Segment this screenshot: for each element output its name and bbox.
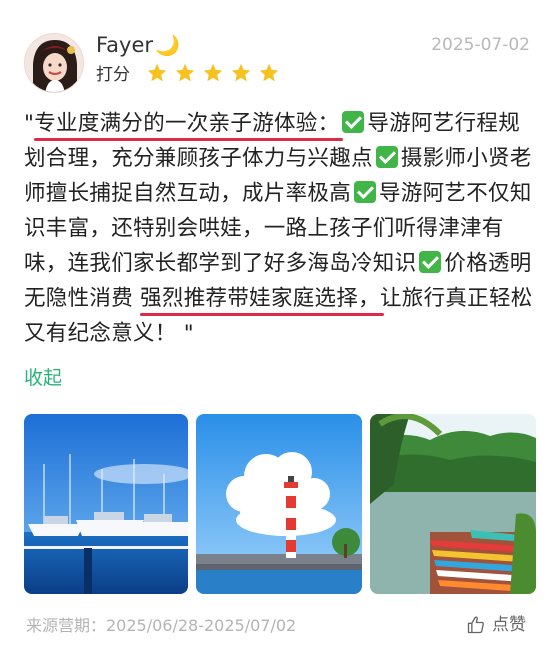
review-text: "专业度满分的一次亲子游体验： 导游阿艺行程规划合理，充分兼顾孩子体力与兴趣点 摄影… [24,106,534,351]
collapse-button[interactable]: 收起 [24,365,62,391]
review-date: 2025-07-02 [431,35,530,55]
check-mark-icon [354,181,377,203]
like-button[interactable]: 点赞 [466,614,526,636]
highlight-underline-2: 强烈推荐带娃家庭选择， [140,286,380,311]
star-icon [175,63,195,82]
source-period: 来源营期：2025/06/28-2025/07/02 [26,616,297,635]
highlight-underline-1: 专业度满分的一次亲子游体验： [34,111,340,136]
marina-photo[interactable] [24,414,188,594]
thumbs-up-icon [467,616,484,634]
crescent-moon-icon: 🌙 [155,33,180,57]
photo-gallery [24,414,536,594]
username[interactable]: Fayer 🌙 [96,32,180,58]
check-mark-icon [375,146,398,168]
star-icon [147,63,167,82]
star-icon [203,63,223,82]
quote-open: " [24,111,35,136]
like-label: 点赞 [492,615,526,635]
star-rating [146,62,280,84]
avatar[interactable] [24,33,84,93]
check-mark-icon [419,251,442,273]
star-icon [259,63,279,82]
username-text: Fayer [96,33,154,57]
review-header: Fayer 🌙 2025-07-02 打分 [0,0,552,96]
star-icon [231,63,251,82]
review-footer: 来源营期：2025/06/28-2025/07/02 点赞 [0,610,552,640]
lighthouse-photo[interactable] [196,414,362,594]
check-mark-icon [342,111,365,133]
lake-boats-photo[interactable] [370,414,536,594]
quote-close: " [176,321,194,346]
rating-label: 打分 [96,65,130,85]
